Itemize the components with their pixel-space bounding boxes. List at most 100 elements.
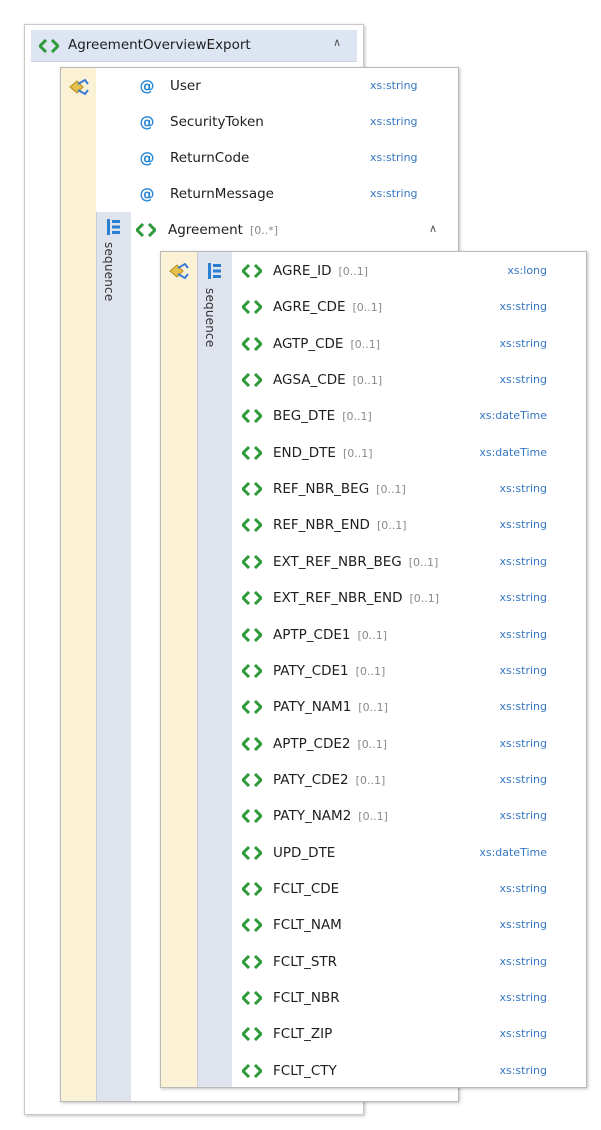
element-row[interactable]: BEG_DTE [0..1] xs:dateTime bbox=[242, 402, 582, 430]
element-row[interactable]: FCLT_NBR xs:string bbox=[242, 984, 582, 1012]
element-icon bbox=[242, 628, 262, 642]
element-row[interactable]: REF_NBR_END [0..1] xs:string bbox=[242, 511, 582, 539]
sequence-icon bbox=[208, 263, 221, 279]
element-name: APTP_CDE2 bbox=[273, 736, 351, 752]
element-icon bbox=[242, 991, 262, 1005]
element-cardinality: [0..1] bbox=[355, 773, 386, 787]
element-type: xs:string bbox=[499, 1064, 547, 1077]
element-type: xs:string bbox=[499, 1027, 547, 1040]
attribute-row[interactable]: @ ReturnMessage xs:string bbox=[138, 180, 438, 208]
sequence-strip bbox=[197, 252, 232, 1087]
element-name: FCLT_STR bbox=[273, 954, 338, 970]
element-icon bbox=[242, 846, 262, 860]
attribute-type: xs:string bbox=[370, 187, 418, 200]
attribute-name: User bbox=[170, 78, 201, 94]
element-row[interactable]: APTP_CDE2 [0..1] xs:string bbox=[242, 730, 582, 758]
element-row[interactable]: AGSA_CDE [0..1] xs:string bbox=[242, 366, 582, 394]
element-type: xs:string bbox=[499, 591, 547, 604]
element-row[interactable]: FCLT_STR xs:string bbox=[242, 948, 582, 976]
element-name: PATY_NAM2 bbox=[273, 808, 352, 824]
element-type: xs:string bbox=[499, 809, 547, 822]
element-name: BEG_DTE bbox=[273, 408, 336, 424]
element-cardinality: [0..1] bbox=[357, 737, 388, 751]
element-row[interactable]: EXT_REF_NBR_BEG [0..1] xs:string bbox=[242, 548, 582, 576]
attributes-group-icon bbox=[69, 78, 89, 96]
attribute-row[interactable]: @ User xs:string bbox=[138, 72, 438, 100]
element-row[interactable]: PATY_CDE2 [0..1] xs:string bbox=[242, 766, 582, 794]
element-row[interactable]: FCLT_CTY xs:string bbox=[242, 1057, 582, 1085]
agreement-element-name: Agreement bbox=[168, 222, 243, 238]
element-name: REF_NBR_BEG bbox=[273, 481, 370, 497]
element-row[interactable]: FCLT_ZIP xs:string bbox=[242, 1020, 582, 1048]
attributes-strip bbox=[161, 252, 197, 1087]
element-row[interactable]: PATY_NAM1 [0..1] xs:string bbox=[242, 693, 582, 721]
attribute-row[interactable]: @ SecurityToken xs:string bbox=[138, 108, 438, 136]
element-type: xs:string bbox=[499, 482, 547, 495]
element-row[interactable]: AGRE_ID [0..1] xs:long bbox=[242, 257, 582, 285]
element-row[interactable]: AGTP_CDE [0..1] xs:string bbox=[242, 330, 582, 358]
sequence-icon bbox=[107, 219, 120, 235]
element-row[interactable]: AGRE_CDE [0..1] xs:string bbox=[242, 293, 582, 321]
element-cardinality: [0..1] bbox=[358, 809, 388, 823]
element-row[interactable]: PATY_CDE1 [0..1] xs:string bbox=[242, 657, 582, 685]
agreement-cardinality: [0..*] bbox=[249, 223, 279, 237]
element-row[interactable]: APTP_CDE1 [0..1] xs:string bbox=[242, 621, 582, 649]
element-icon bbox=[242, 700, 262, 714]
element-cardinality: [0..1] bbox=[352, 373, 383, 387]
sequence-label: sequence bbox=[102, 242, 116, 302]
element-row[interactable]: END_DTE [0..1] xs:dateTime bbox=[242, 439, 582, 467]
element-icon bbox=[242, 664, 262, 678]
element-row[interactable]: EXT_REF_NBR_END [0..1] xs:string bbox=[242, 584, 582, 612]
element-icon bbox=[242, 1027, 262, 1041]
collapse-chevron-icon[interactable]: ∧ bbox=[429, 222, 437, 235]
element-cardinality: [0..1] bbox=[352, 300, 383, 314]
element-type: xs:string bbox=[499, 955, 547, 968]
element-icon bbox=[242, 882, 262, 896]
element-icon bbox=[39, 39, 59, 53]
element-cardinality: [0..1] bbox=[358, 700, 388, 714]
element-type: xs:string bbox=[499, 918, 547, 931]
element-cardinality: [0..1] bbox=[338, 264, 369, 278]
element-name: APTP_CDE1 bbox=[273, 627, 351, 643]
element-name: FCLT_NBR bbox=[273, 990, 340, 1006]
element-type: xs:dateTime bbox=[479, 846, 547, 859]
element-icon bbox=[242, 337, 262, 351]
element-cardinality: [0..1] bbox=[376, 518, 407, 532]
attributes-strip bbox=[61, 68, 96, 1101]
element-icon bbox=[242, 955, 262, 969]
attribute-name: ReturnCode bbox=[170, 150, 250, 166]
element-row[interactable]: PATY_NAM2 [0..1] xs:string bbox=[242, 802, 582, 830]
root-element-header[interactable]: AgreementOverviewExport ∧ bbox=[31, 30, 357, 62]
element-icon bbox=[242, 591, 262, 605]
attribute-row[interactable]: @ ReturnCode xs:string bbox=[138, 144, 438, 172]
element-name: FCLT_NAM bbox=[273, 917, 342, 933]
element-type: xs:string bbox=[499, 518, 547, 531]
element-type: xs:string bbox=[499, 700, 547, 713]
element-icon bbox=[242, 737, 262, 751]
element-icon bbox=[242, 482, 262, 496]
attribute-icon: @ bbox=[139, 185, 155, 203]
element-name: FCLT_CDE bbox=[273, 881, 340, 897]
element-cardinality: [0..1] bbox=[357, 628, 388, 642]
element-cardinality: [0..1] bbox=[355, 664, 386, 678]
attribute-type: xs:string bbox=[370, 79, 418, 92]
element-row[interactable]: UPD_DTE xs:dateTime bbox=[242, 839, 582, 867]
attribute-icon: @ bbox=[139, 77, 155, 95]
element-icon bbox=[242, 409, 262, 423]
element-row[interactable]: REF_NBR_BEG [0..1] xs:string bbox=[242, 475, 582, 503]
element-row[interactable]: FCLT_CDE xs:string bbox=[242, 875, 582, 903]
element-icon bbox=[242, 918, 262, 932]
collapse-chevron-icon[interactable]: ∧ bbox=[333, 36, 341, 49]
element-name: AGRE_ID bbox=[273, 263, 332, 279]
element-icon bbox=[242, 518, 262, 532]
element-icon bbox=[242, 1064, 262, 1078]
element-icon bbox=[242, 446, 262, 460]
element-type: xs:string bbox=[499, 555, 547, 568]
element-row[interactable]: FCLT_NAM xs:string bbox=[242, 911, 582, 939]
element-name: AGSA_CDE bbox=[273, 372, 346, 388]
element-name: UPD_DTE bbox=[273, 845, 336, 861]
agreement-element-row[interactable]: Agreement [0..*] bbox=[136, 216, 446, 244]
element-name: PATY_CDE1 bbox=[273, 663, 349, 679]
element-name: REF_NBR_END bbox=[273, 517, 370, 533]
element-cardinality: [0..1] bbox=[342, 446, 373, 460]
